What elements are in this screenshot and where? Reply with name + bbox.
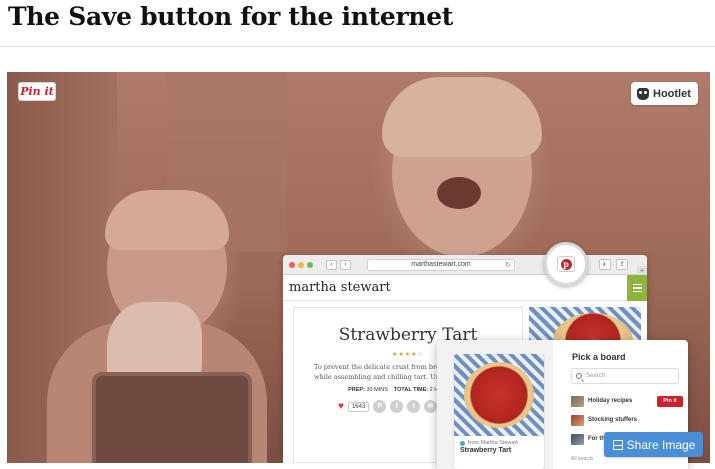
source-icon [460, 440, 465, 446]
pin-source: from Martha Stewart [454, 436, 544, 446]
pinterest-extension-button[interactable]: p [557, 256, 575, 272]
board-thumbnail [571, 395, 584, 407]
pick-board-title: Pick a board [572, 352, 626, 362]
layers-icon [612, 440, 622, 450]
close-dot-icon [289, 261, 295, 268]
hootlet-button[interactable]: Hootlet [631, 82, 698, 105]
maximize-dot-icon [307, 261, 313, 268]
search-icon [576, 373, 582, 379]
child-left-hair [105, 190, 229, 250]
total-label: TOTAL TIME: [393, 387, 429, 393]
prep-label: PREP: [348, 387, 365, 393]
tart-image [464, 362, 534, 428]
share-image-label: Share Image [626, 437, 696, 452]
pin-title: Strawberry Tart [460, 447, 512, 454]
pinterest-logo-icon: p [560, 258, 572, 270]
board-thumbnail [571, 433, 584, 445]
pin-preview-panel: from Martha Stewart Strawberry Tart [437, 340, 553, 469]
facebook-share-icon: f [390, 400, 404, 413]
reload-icon: ↻ [505, 262, 511, 269]
share-sheet-icon: ⇪ [616, 259, 628, 270]
twitter-share-icon: t [407, 400, 421, 413]
url-text: marthastewart.com [411, 261, 471, 268]
header-divider [0, 46, 715, 47]
pinterest-extension-highlight: p [544, 242, 588, 286]
email-share-icon: ✉ [424, 400, 438, 413]
browser-toolbar: ‹ › marthastewart.com ↻ ◐ ⇪ + [283, 255, 647, 276]
page-headline: The Save button for the internet [8, 2, 454, 31]
prep-value: 30 MINS [366, 387, 388, 393]
cooking-pot [92, 372, 252, 463]
share-image-button[interactable]: Share Image [604, 432, 703, 457]
board-name: Stocking stuffers [588, 417, 638, 423]
pin-card-image [454, 354, 544, 436]
site-logo: martha stewart [289, 280, 391, 295]
minimize-dot-icon [298, 261, 304, 268]
board-thumbnail [571, 414, 584, 426]
board-search-placeholder: Search [586, 373, 606, 379]
board-row-stocking-stuffers[interactable]: Stocking stuffers [571, 413, 683, 427]
url-bar: marthastewart.com ↻ [367, 259, 515, 271]
pinterest-share-icon: P [373, 400, 387, 413]
owl-icon [637, 87, 649, 100]
back-arrow-icon: ‹ [326, 259, 337, 270]
pin-card: from Martha Stewart Strawberry Tart [454, 354, 544, 469]
menu-icon [627, 275, 647, 301]
like-count: 1643 [347, 401, 370, 412]
child-right-mouth [437, 177, 481, 209]
all-boards-label: All boards [571, 456, 594, 462]
prep-time: PREP: 30 MINS [348, 387, 388, 393]
heart-icon: ♥ [338, 401, 344, 412]
board-search-input[interactable]: Search [571, 368, 679, 384]
hootlet-label: Hootlet [653, 87, 691, 100]
site-header: martha stewart [283, 275, 647, 301]
pin-it-button[interactable]: Pin it [18, 82, 56, 101]
child-right-hair [382, 77, 542, 157]
board-row-holiday-recipes[interactable]: Holiday recipes Pin it [571, 394, 683, 408]
pin-source-text: from Martha Stewart [468, 440, 518, 446]
forward-arrow-icon: › [340, 259, 351, 270]
extension-icon: ◐ [599, 259, 611, 270]
board-name: Holiday recipes [588, 398, 633, 404]
board-pin-button[interactable]: Pin it [657, 395, 683, 407]
